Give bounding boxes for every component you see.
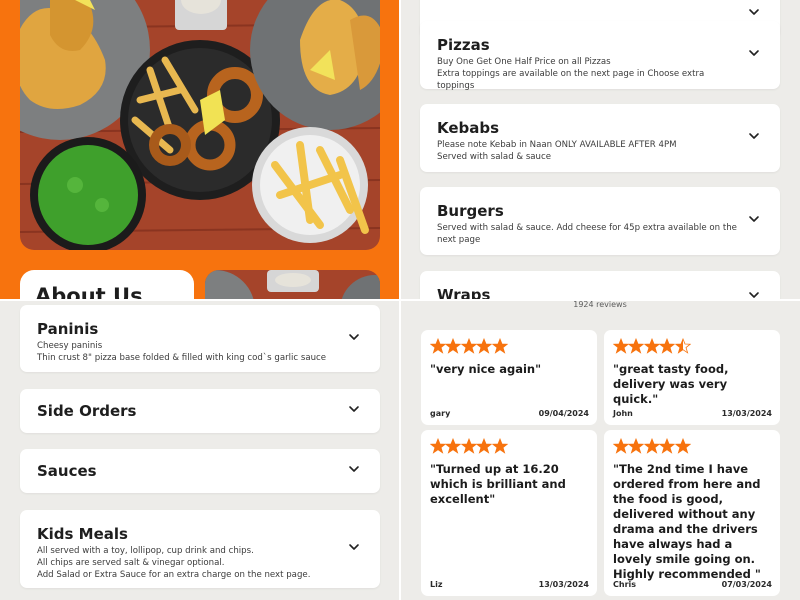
menu-categories-bottom: Paninis Cheesy paninis Thin crust 8" piz… xyxy=(0,300,400,600)
menu-category-kids-meals[interactable]: Kids Meals All served with a toy, lollip… xyxy=(20,510,380,588)
gallery-thumbnail[interactable] xyxy=(205,270,380,300)
star-icon xyxy=(674,437,691,454)
review-card: "very nice again" gary 09/04/2024 xyxy=(421,330,597,425)
category-title: Kebabs xyxy=(437,119,500,137)
review-author: John xyxy=(613,409,633,418)
about-us-title: About Us xyxy=(35,284,143,300)
menu-category-wraps[interactable]: Wraps xyxy=(420,271,780,300)
category-title: Wraps xyxy=(437,286,491,300)
review-text: "The 2nd time I have ordered from here a… xyxy=(613,462,761,581)
star-icon xyxy=(658,437,676,454)
chevron-down-icon xyxy=(348,403,360,415)
star-rating xyxy=(429,337,589,354)
category-title: Side Orders xyxy=(37,402,137,420)
menu-categories-top: Pizzas Buy One Get One Half Price on all… xyxy=(400,0,800,300)
category-title: Sauces xyxy=(37,462,97,480)
review-text: "very nice again" xyxy=(430,362,542,376)
chevron-down-icon xyxy=(748,213,760,225)
star-icon xyxy=(674,337,691,354)
chevron-down-icon xyxy=(748,6,760,18)
star-icon xyxy=(643,337,661,354)
review-date: 13/03/2024 xyxy=(538,580,589,589)
reviews-count: 1924 reviews xyxy=(573,300,627,309)
menu-category-burgers[interactable]: Burgers Served with salad & sauce. Add c… xyxy=(420,187,780,255)
star-rating xyxy=(612,337,772,354)
review-date: 07/03/2024 xyxy=(721,580,772,589)
category-description: Buy One Get One Half Price on all Pizzas… xyxy=(437,57,705,91)
menu-category-side-orders[interactable]: Side Orders xyxy=(20,389,380,433)
chevron-down-icon xyxy=(348,541,360,553)
star-icon xyxy=(491,437,508,454)
hero-section: About Us xyxy=(0,0,400,300)
category-title: Burgers xyxy=(437,202,504,220)
category-title: Kids Meals xyxy=(37,525,128,543)
review-card: "Turned up at 16.20 which is brilliant a… xyxy=(421,430,597,596)
category-description: Cheesy paninis Thin crust 8" pizza base … xyxy=(37,341,327,363)
chevron-down-icon xyxy=(348,331,360,343)
category-description: Served with salad & sauce. Add cheese fo… xyxy=(437,223,737,245)
star-icon xyxy=(445,337,462,354)
menu-category-kebabs[interactable]: Kebabs Please note Kebab in Naan ONLY AV… xyxy=(420,104,780,172)
star-icon xyxy=(460,437,478,454)
star-icon xyxy=(429,437,447,454)
star-icon xyxy=(429,337,447,354)
star-icon xyxy=(475,437,493,454)
review-card: "great tasty food, delivery was very qui… xyxy=(604,330,780,425)
review-text: "great tasty food, delivery was very qui… xyxy=(613,362,729,406)
review-date: 13/03/2024 xyxy=(721,409,772,418)
review-author: Chris xyxy=(613,580,637,589)
reviews-section: 1924 reviews "very nice again" gary 09/0… xyxy=(400,300,800,600)
category-title: Pizzas xyxy=(437,36,490,54)
fish-and-chips-photo xyxy=(20,0,380,250)
star-icon xyxy=(475,337,493,354)
category-description: Please note Kebab in Naan ONLY AVAILABLE… xyxy=(437,140,677,162)
star-rating xyxy=(612,437,772,454)
star-icon xyxy=(628,437,645,454)
star-icon xyxy=(491,337,508,354)
menu-category-paninis[interactable]: Paninis Cheesy paninis Thin crust 8" piz… xyxy=(20,305,380,372)
review-date: 09/04/2024 xyxy=(538,409,589,418)
review-text: "Turned up at 16.20 which is brilliant a… xyxy=(430,462,566,506)
star-rating xyxy=(429,437,589,454)
menu-category-sauces[interactable]: Sauces xyxy=(20,449,380,493)
chevron-down-icon xyxy=(348,463,360,475)
chevron-down-icon xyxy=(748,47,760,59)
chevron-down-icon xyxy=(748,130,760,142)
review-author: gary xyxy=(430,409,451,418)
review-card: "The 2nd time I have ordered from here a… xyxy=(604,430,780,596)
star-icon xyxy=(612,337,630,354)
star-icon xyxy=(612,437,630,454)
star-icon xyxy=(460,337,478,354)
menu-category-pizzas[interactable]: Pizzas Buy One Get One Half Price on all… xyxy=(420,21,780,91)
category-description: All served with a toy, lollipop, cup dri… xyxy=(37,546,311,580)
star-icon xyxy=(658,337,676,354)
review-author: Liz xyxy=(430,580,443,589)
star-icon xyxy=(643,437,661,454)
about-us-card: About Us xyxy=(20,270,194,300)
star-icon xyxy=(628,337,645,354)
category-title: Paninis xyxy=(37,320,99,338)
star-icon xyxy=(445,437,462,454)
quadrant-divider-horizontal xyxy=(0,299,800,301)
